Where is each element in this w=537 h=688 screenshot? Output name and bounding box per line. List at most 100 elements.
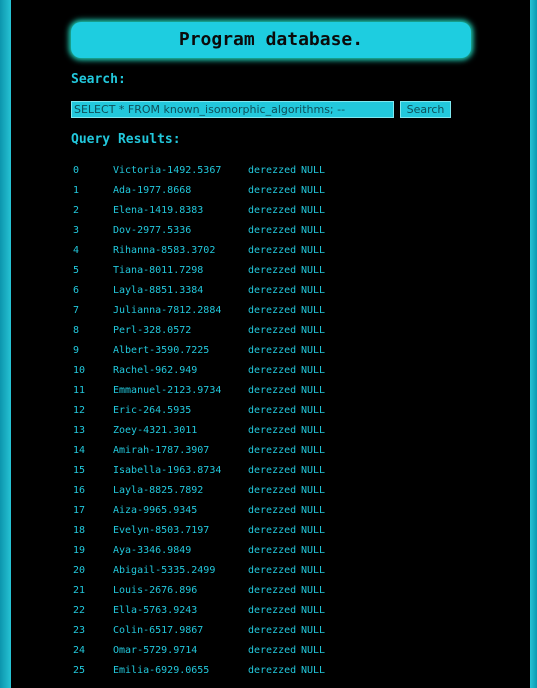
result-id: 8 [73, 325, 80, 336]
result-user: derezzed [248, 465, 297, 476]
result-value: NULL [301, 445, 326, 456]
query-results-label: Query Results: [71, 132, 181, 147]
left-border-strip [0, 0, 11, 688]
result-value: NULL [301, 665, 326, 676]
search-label: Search: [71, 72, 126, 87]
result-name: Ella-5763.9243 [113, 605, 198, 616]
result-name: Emmanuel-2123.9734 [113, 385, 222, 396]
result-row: 9 Albert-3590.7225 derezzed NULL [73, 342, 373, 362]
result-user: derezzed [248, 505, 297, 516]
result-value: NULL [301, 225, 326, 236]
result-id: 12 [73, 405, 86, 416]
result-user: derezzed [248, 225, 297, 236]
result-name: Abigail-5335.2499 [113, 565, 216, 576]
result-row: 11 Emmanuel-2123.9734 derezzed NULL [73, 382, 373, 402]
result-id: 1 [73, 185, 80, 196]
result-id: 0 [73, 165, 80, 176]
result-row: 19 Aya-3346.9849 derezzed NULL [73, 542, 373, 562]
result-value: NULL [301, 645, 326, 656]
result-id: 10 [73, 365, 86, 376]
result-row: 5 Tiana-8011.7298 derezzed NULL [73, 262, 373, 282]
result-name: Amirah-1787.3907 [113, 445, 210, 456]
result-row: 8 Perl-328.0572 derezzed NULL [73, 322, 373, 342]
result-value: NULL [301, 285, 326, 296]
result-id: 2 [73, 205, 80, 216]
result-id: 14 [73, 445, 86, 456]
page-title: Program database. [71, 22, 471, 58]
result-name: Perl-328.0572 [113, 325, 192, 336]
result-name: Omar-5729.9714 [113, 645, 198, 656]
result-value: NULL [301, 325, 326, 336]
result-value: NULL [301, 625, 326, 636]
result-value: NULL [301, 205, 326, 216]
result-value: NULL [301, 365, 326, 376]
result-value: NULL [301, 165, 326, 176]
result-id: 5 [73, 265, 80, 276]
result-id: 11 [73, 385, 86, 396]
result-name: Elena-1419.8383 [113, 205, 204, 216]
result-value: NULL [301, 545, 326, 556]
result-row: 24 Omar-5729.9714 derezzed NULL [73, 642, 373, 662]
result-value: NULL [301, 505, 326, 516]
result-user: derezzed [248, 545, 297, 556]
result-id: 13 [73, 425, 86, 436]
result-name: Isabella-1963.8734 [113, 465, 222, 476]
result-id: 18 [73, 525, 86, 536]
result-id: 25 [73, 665, 86, 676]
result-id: 21 [73, 585, 86, 596]
result-user: derezzed [248, 265, 297, 276]
result-user: derezzed [248, 245, 297, 256]
result-value: NULL [301, 265, 326, 276]
result-row: 15 Isabella-1963.8734 derezzed NULL [73, 462, 373, 482]
result-id: 16 [73, 485, 86, 496]
result-row: 23 Colin-6517.9867 derezzed NULL [73, 622, 373, 642]
result-value: NULL [301, 185, 326, 196]
query-results-list: 0 Victoria-1492.5367 derezzed NULL 1 Ada-197… [73, 162, 373, 682]
result-row: 20 Abigail-5335.2499 derezzed NULL [73, 562, 373, 582]
result-id: 19 [73, 545, 86, 556]
result-id: 9 [73, 345, 80, 356]
result-row: 6 Layla-8851.3384 derezzed NULL [73, 282, 373, 302]
search-button[interactable]: Search [400, 101, 451, 118]
result-value: NULL [301, 425, 326, 436]
result-user: derezzed [248, 565, 297, 576]
result-row: 2 Elena-1419.8383 derezzed NULL [73, 202, 373, 222]
result-id: 22 [73, 605, 86, 616]
result-id: 15 [73, 465, 86, 476]
result-value: NULL [301, 585, 326, 596]
result-row: 14 Amirah-1787.3907 derezzed NULL [73, 442, 373, 462]
result-user: derezzed [248, 585, 297, 596]
result-user: derezzed [248, 445, 297, 456]
result-user: derezzed [248, 305, 297, 316]
result-value: NULL [301, 465, 326, 476]
result-user: derezzed [248, 605, 297, 616]
result-user: derezzed [248, 325, 297, 336]
result-user: derezzed [248, 425, 297, 436]
result-id: 20 [73, 565, 86, 576]
result-user: derezzed [248, 185, 297, 196]
result-name: Emilia-6929.0655 [113, 665, 210, 676]
result-name: Rachel-962.949 [113, 365, 198, 376]
right-border-strip [530, 0, 537, 688]
result-row: 21 Louis-2676.896 derezzed NULL [73, 582, 373, 602]
result-id: 6 [73, 285, 80, 296]
result-row: 0 Victoria-1492.5367 derezzed NULL [73, 162, 373, 182]
result-value: NULL [301, 605, 326, 616]
result-name: Layla-8851.3384 [113, 285, 204, 296]
result-row: 7 Julianna-7812.2884 derezzed NULL [73, 302, 373, 322]
result-user: derezzed [248, 645, 297, 656]
result-name: Albert-3590.7225 [113, 345, 210, 356]
result-name: Colin-6517.9867 [113, 625, 204, 636]
result-id: 7 [73, 305, 80, 316]
result-row: 10 Rachel-962.949 derezzed NULL [73, 362, 373, 382]
search-input[interactable] [71, 101, 394, 118]
result-value: NULL [301, 525, 326, 536]
result-user: derezzed [248, 405, 297, 416]
result-user: derezzed [248, 385, 297, 396]
result-value: NULL [301, 345, 326, 356]
result-id: 23 [73, 625, 86, 636]
result-name: Victoria-1492.5367 [113, 165, 222, 176]
result-value: NULL [301, 565, 326, 576]
result-name: Eric-264.5935 [113, 405, 192, 416]
result-id: 3 [73, 225, 80, 236]
